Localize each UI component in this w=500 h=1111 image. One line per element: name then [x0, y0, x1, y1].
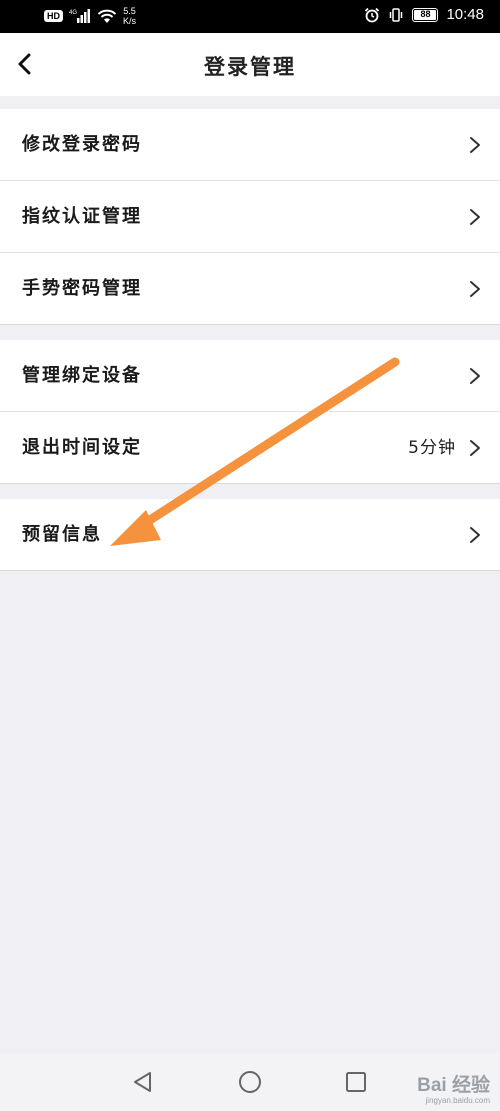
fingerprint-auth-row[interactable]: 指纹认证管理 [0, 181, 500, 253]
settings-group-security: 修改登录密码 指纹认证管理 手势密码管理 [0, 109, 500, 325]
page-title: 登录管理 [204, 55, 296, 79]
row-label: 退出时间设定 [22, 437, 142, 458]
clock: 10:48 [446, 6, 484, 23]
watermark-sub: jingyan.baidu.com [425, 1096, 490, 1105]
row-label: 管理绑定设备 [22, 365, 142, 386]
hd-badge: HD [44, 10, 63, 22]
back-triangle-icon[interactable] [130, 1069, 156, 1095]
logout-time-row[interactable]: 退出时间设定 5分钟 [0, 412, 500, 484]
chevron-right-icon [470, 440, 480, 456]
vibrate-icon [390, 7, 403, 22]
network-speed-unit: K/s [123, 16, 137, 26]
network-speed: 5.5 K/s [123, 6, 136, 26]
gesture-password-row[interactable]: 手势密码管理 [0, 253, 500, 325]
chevron-right-icon [470, 368, 480, 384]
chevron-right-icon [470, 281, 480, 297]
logout-time-value: 5分钟 [408, 438, 456, 458]
battery-level: 88 [420, 9, 431, 19]
status-right: 88 10:48 [364, 6, 484, 23]
cellular-signal-icon: 4G [69, 9, 90, 23]
row-label: 指纹认证管理 [22, 206, 142, 227]
row-label: 预留信息 [22, 524, 102, 545]
chevron-right-icon [470, 137, 480, 153]
system-nav-bar: Bai 经验 jingyan.baidu.com [0, 1053, 500, 1111]
status-left: HD 4G 5.5 K/s [44, 6, 136, 26]
battery-icon: 88 [412, 7, 439, 22]
row-label: 手势密码管理 [22, 278, 142, 299]
watermark-main: Bai 经验 [417, 1075, 490, 1096]
chevron-right-icon [470, 527, 480, 543]
chevron-right-icon [470, 209, 480, 225]
change-login-password-row[interactable]: 修改登录密码 [0, 109, 500, 181]
row-label: 修改登录密码 [22, 134, 142, 155]
bound-devices-row[interactable]: 管理绑定设备 [0, 340, 500, 412]
nav-bar: 登录管理 [0, 33, 500, 96]
wifi-icon [97, 9, 117, 23]
settings-group-info: 预留信息 [0, 499, 500, 571]
watermark: Bai 经验 jingyan.baidu.com [417, 1075, 490, 1106]
alarm-icon [365, 7, 380, 22]
net-type-label: 4G [69, 10, 77, 16]
recents-square-icon[interactable] [343, 1069, 369, 1095]
status-bar: HD 4G 5.5 K/s 88 10:48 [0, 0, 500, 33]
reserved-info-row[interactable]: 预留信息 [0, 499, 500, 571]
settings-group-devices: 管理绑定设备 退出时间设定 5分钟 [0, 340, 500, 484]
home-circle-icon[interactable] [237, 1069, 263, 1095]
network-speed-value: 5.5 [123, 6, 136, 16]
